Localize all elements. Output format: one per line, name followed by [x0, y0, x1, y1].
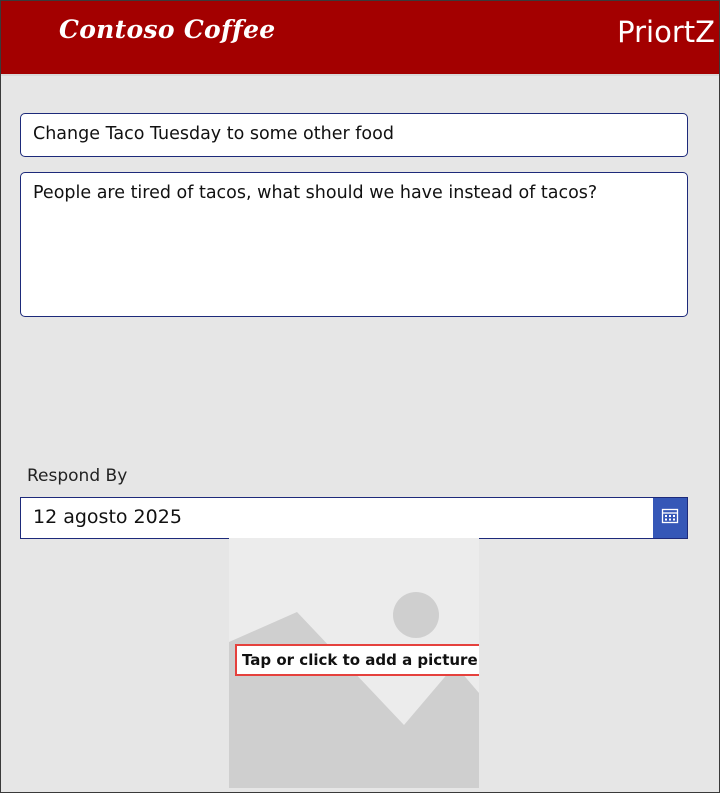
calendar-icon	[661, 507, 679, 529]
date-value[interactable]: 12 agosto 2025	[33, 506, 182, 528]
app-screen: Contoso Coffee PriortZ Change Taco Tuesd…	[0, 0, 720, 793]
description-textarea[interactable]: People are tired of tacos, what should w…	[20, 172, 688, 317]
title-input[interactable]: Change Taco Tuesday to some other food	[20, 113, 688, 157]
app-title: PriortZ	[617, 15, 715, 49]
app-header: Contoso Coffee PriortZ	[1, 1, 719, 76]
respond-by-label: Respond By	[27, 466, 128, 486]
contoso-coffee-logo: Contoso Coffee	[59, 15, 276, 44]
add-picture-control[interactable]: Tap or click to add a picture	[229, 538, 479, 788]
respond-by-date-picker[interactable]: 12 agosto 2025	[20, 497, 688, 539]
add-picture-label[interactable]: Tap or click to add a picture	[235, 644, 479, 676]
calendar-button[interactable]	[653, 498, 687, 538]
